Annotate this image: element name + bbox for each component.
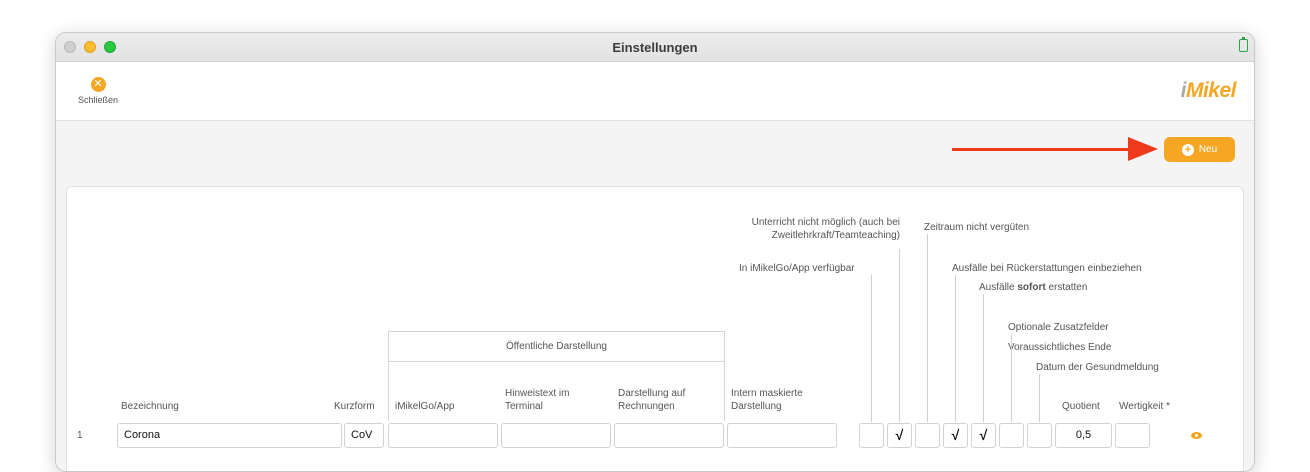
col-kurzform: Kurzform: [334, 401, 375, 412]
kurzform-input[interactable]: CoV: [344, 423, 384, 448]
col-imikelgo-app: iMikelGo/App: [395, 401, 455, 412]
connector-line: [1011, 334, 1012, 422]
connector-line: [927, 234, 928, 422]
group-divider-left: [388, 361, 389, 421]
plus-icon: +: [1181, 143, 1194, 156]
annotation-arrow-line: [952, 148, 1132, 151]
zeitraum-checkbox[interactable]: [915, 423, 940, 448]
imikelgo-app-input[interactable]: [388, 423, 498, 448]
close-icon: ✕: [90, 77, 106, 92]
gesundmeldung-checkbox[interactable]: [1027, 423, 1052, 448]
header-gesundmeldung: Datum der Gesundmeldung: [1036, 362, 1159, 373]
close-button[interactable]: ✕ Schließen: [70, 74, 126, 105]
header-ende: Voraussichtliches Ende: [1008, 342, 1112, 353]
settings-window: Einstellungen ✕ Schließen iMikel + Neu U…: [55, 32, 1255, 472]
title-bar: Einstellungen: [56, 33, 1254, 62]
bezeichnung-input[interactable]: Corona: [117, 423, 342, 448]
header-zeitraum: Zeitraum nicht vergüten: [924, 222, 1030, 233]
col-quotient: Quotient: [1062, 401, 1100, 412]
sofort-checkbox[interactable]: √: [971, 423, 996, 448]
col-wertigkeit: Wertigkeit *: [1119, 401, 1170, 412]
header-sofort: Ausfälle sofort erstatten: [979, 282, 1088, 293]
settings-table-panel: Unterricht nicht möglich (auch bei Zweitl…: [66, 186, 1244, 471]
intern-input[interactable]: [727, 423, 837, 448]
imikel-logo: iMikel: [1180, 79, 1237, 102]
new-button[interactable]: + Neu: [1164, 137, 1235, 162]
connector-line: [899, 249, 900, 422]
window-title: Einstellungen: [612, 40, 698, 55]
battery-icon: [1239, 37, 1248, 52]
group-header-label: Öffentliche Darstellung: [506, 341, 607, 352]
wertigkeit-input[interactable]: [1115, 423, 1150, 448]
hinweistext-input[interactable]: [501, 423, 611, 448]
rueckerstattungen-checkbox[interactable]: √: [943, 423, 968, 448]
connector-line: [871, 275, 872, 422]
col-rechnungen: Darstellung auf Rechnungen: [618, 388, 686, 412]
group-divider: [388, 361, 725, 362]
zusatzfelder-checkbox[interactable]: [999, 423, 1024, 448]
rechnungen-input[interactable]: [614, 423, 724, 448]
eye-icon[interactable]: [1191, 432, 1202, 439]
col-hinweistext: Hinweistext im Terminal: [505, 388, 570, 412]
close-label: Schließen: [77, 95, 119, 105]
annotation-arrow-head: [1128, 137, 1158, 161]
connector-line: [1039, 374, 1040, 422]
header-app-verfuegbar: In iMikelGo/App verfügbar: [739, 263, 855, 274]
connector-line: [983, 294, 984, 422]
quotient-input[interactable]: 0,5: [1055, 423, 1112, 448]
toolbar: ✕ Schließen iMikel: [56, 62, 1254, 121]
row-number: 1: [77, 430, 83, 441]
header-unterricht: Unterricht nicht möglich (auch bei Zweitl…: [751, 217, 900, 241]
new-button-label: Neu: [1198, 144, 1218, 155]
group-divider-right: [724, 361, 725, 421]
col-intern: Intern maskierte Darstellung: [731, 388, 803, 412]
col-bezeichnung: Bezeichnung: [121, 401, 179, 412]
header-zusatzfelder: Optionale Zusatzfelder: [1008, 322, 1109, 333]
header-rueckerstattungen: Ausfälle bei Rückerstattungen einbeziehe…: [952, 263, 1142, 274]
app-verfuegbar-checkbox[interactable]: [859, 423, 884, 448]
unterricht-checkbox[interactable]: √: [887, 423, 912, 448]
connector-line: [955, 275, 956, 422]
